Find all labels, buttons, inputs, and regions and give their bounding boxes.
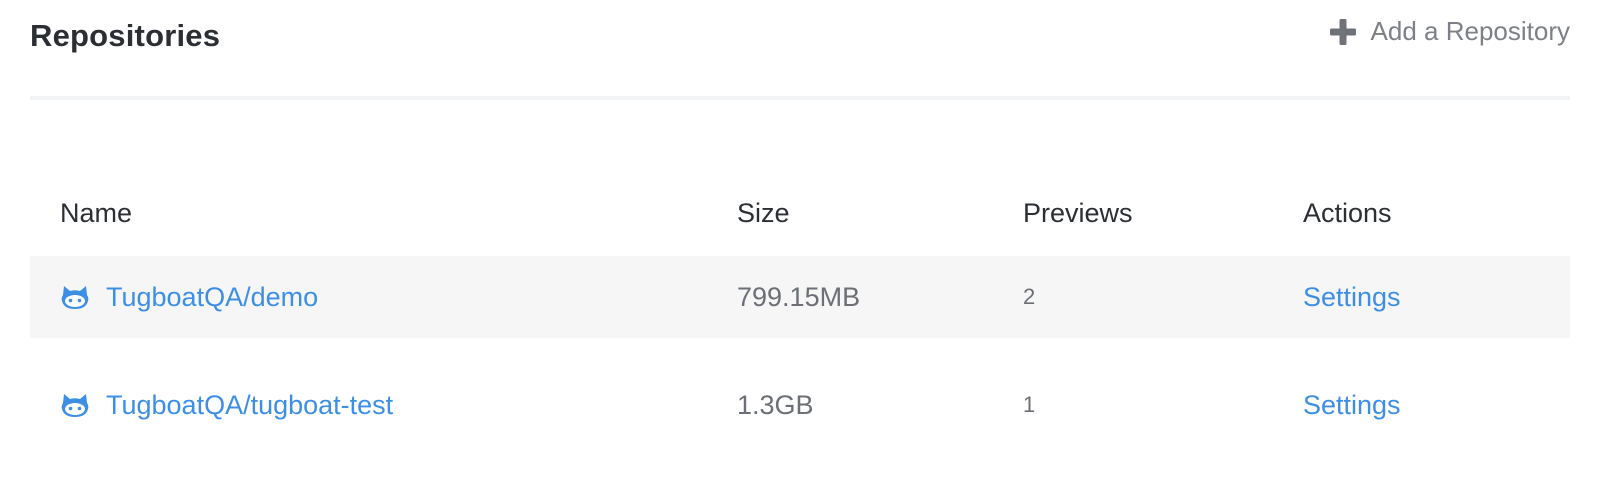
page-header: Repositories Add a Repository [30, 0, 1570, 100]
settings-link[interactable]: Settings [1303, 390, 1401, 421]
repo-name-cell: TugboatQA/demo [60, 256, 318, 338]
repo-previews-count: 2 [1023, 284, 1036, 309]
repo-link[interactable]: TugboatQA/demo [60, 282, 318, 313]
repositories-page: Repositories Add a Repository Name Size … [0, 0, 1600, 489]
plus-icon [1329, 18, 1356, 45]
repo-actions-cell: Settings [1303, 256, 1401, 338]
repo-name: TugboatQA/demo [106, 281, 319, 312]
table-row: TugboatQA/demo 799.15MB 2 Settings [30, 256, 1570, 338]
github-icon [60, 284, 90, 310]
repo-previews-count: 1 [1023, 392, 1036, 417]
column-header-name: Name [60, 197, 133, 228]
add-repository-label: Add a Repository [1370, 16, 1570, 46]
repositories-table: Name Size Previews Actions TugboatQA/dem… [30, 170, 1570, 446]
settings-link[interactable]: Settings [1303, 282, 1401, 313]
column-header-size: Size [737, 197, 790, 228]
add-repository-button[interactable]: Add a Repository [1329, 16, 1570, 47]
page-title: Repositories [30, 18, 221, 53]
github-icon [60, 392, 90, 418]
column-header-previews: Previews [1023, 197, 1133, 228]
repo-name: TugboatQA/tugboat-test [106, 389, 394, 420]
table-header-row: Name Size Previews Actions [30, 170, 1570, 256]
column-header-actions: Actions [1303, 197, 1392, 228]
repo-name-cell: TugboatQA/tugboat-test [60, 364, 393, 446]
repo-size: 799.15MB [737, 281, 861, 312]
repo-link[interactable]: TugboatQA/tugboat-test [60, 390, 393, 421]
table-row: TugboatQA/tugboat-test 1.3GB 1 Settings [30, 364, 1570, 446]
repo-size: 1.3GB [737, 389, 814, 420]
repo-actions-cell: Settings [1303, 364, 1401, 446]
